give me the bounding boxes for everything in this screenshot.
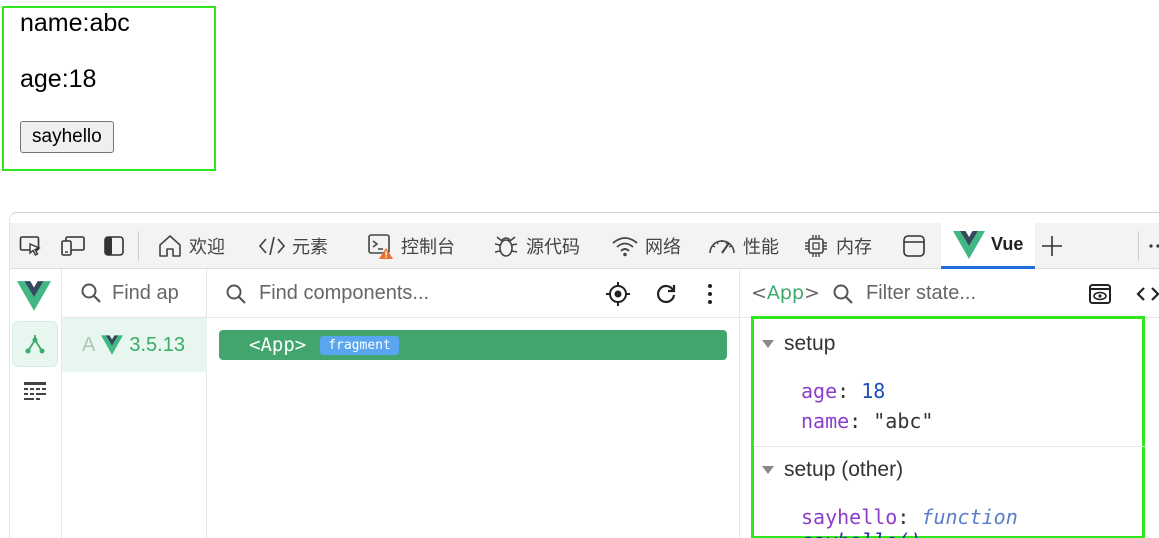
console-icon [368, 234, 393, 259]
timeline-icon[interactable] [23, 381, 47, 406]
state-search-placeholder: Filter state... [866, 282, 977, 304]
state-sections: setup age: 18 name: "abc" setup (other) … [751, 316, 1148, 538]
selected-component-label: <App> [751, 282, 820, 304]
section-title: setup (other) [784, 458, 904, 481]
components-search-placeholder: Find components... [259, 282, 430, 304]
wifi-icon [612, 237, 638, 257]
tab-label: 网络 [645, 237, 681, 258]
devtools-panel: 欢迎 元素 控制台 源代码 网络 性能 内存 Vue Find ap A 3.5… [9, 212, 1159, 538]
application-icon[interactable] [901, 223, 927, 269]
vue-devtools-panel: Find ap A 3.5.13 Find components... <App… [10, 269, 1159, 538]
state-entry-age: age: 18 [801, 379, 886, 403]
vue-logo-icon [101, 335, 124, 355]
chip-icon [805, 235, 827, 257]
tab-console[interactable]: 控制台 [367, 223, 455, 269]
sayhello-button[interactable]: sayhello [20, 121, 114, 153]
gauge-icon [709, 240, 735, 254]
component-name: <App> [249, 334, 307, 356]
toolbar-separator [138, 231, 139, 261]
name-text: name:abc [20, 9, 130, 37]
more-options-icon[interactable] [707, 269, 713, 318]
tab-label: 内存 [836, 237, 872, 258]
age-text: age:18 [20, 65, 97, 93]
tab-label: 控制台 [401, 237, 455, 258]
tab-label: Vue [991, 234, 1024, 254]
bug-icon [494, 236, 518, 257]
tab-label: 欢迎 [189, 237, 225, 258]
tab-welcome[interactable]: 欢迎 [157, 223, 225, 269]
inspect-element-icon[interactable] [18, 223, 44, 269]
state-search[interactable]: Filter state... [832, 269, 976, 318]
components-search[interactable]: Find components... [225, 269, 429, 318]
device-emulation-icon[interactable] [60, 223, 86, 269]
app-name-truncated: A [82, 333, 96, 356]
apps-search-placeholder: Find ap [112, 281, 179, 304]
vue-version: 3.5.13 [129, 333, 185, 356]
apps-list: Find ap A 3.5.13 [62, 269, 207, 538]
toolbar-separator [1138, 231, 1139, 261]
state-entry-name: name: "abc" [801, 409, 934, 433]
refresh-icon[interactable] [654, 269, 678, 318]
vue-logo-icon [953, 230, 985, 259]
tab-sources[interactable]: 源代码 [492, 223, 580, 269]
more-tools-icon[interactable] [1148, 223, 1159, 269]
component-tree-icon [25, 335, 45, 354]
scroll-to-component-icon[interactable] [1088, 269, 1112, 318]
state-entry-sayhello: sayhello: function sayhello() [801, 505, 1018, 538]
code-icon [258, 236, 286, 256]
tab-label: 元素 [292, 237, 328, 258]
fragment-badge: fragment [320, 335, 399, 355]
search-icon [833, 284, 853, 304]
tab-label: 性能 [743, 237, 779, 258]
apps-search[interactable]: Find ap [62, 269, 207, 318]
home-icon [159, 235, 181, 257]
tab-label: 源代码 [526, 237, 580, 258]
tree-toolbar: Find components... [207, 269, 740, 318]
section-setup-header[interactable]: setup [762, 332, 835, 356]
state-inspector: <App> Filter state... setup age: 18 name… [740, 269, 1159, 538]
tab-memory[interactable]: 内存 [802, 223, 872, 269]
section-title: setup [784, 332, 836, 355]
section-divider [754, 446, 1148, 447]
section-setup-other-header[interactable]: setup (other) [762, 458, 903, 482]
app-list-item[interactable]: A 3.5.13 [62, 318, 207, 372]
state-toolbar: <App> Filter state... [740, 269, 1159, 318]
tab-performance[interactable]: 性能 [707, 223, 779, 269]
dock-side-icon[interactable] [102, 223, 126, 269]
add-tab-icon[interactable] [1040, 223, 1064, 269]
select-component-icon[interactable] [605, 269, 631, 318]
component-tree: Find components... <App> fragment [207, 269, 740, 538]
tab-vue[interactable]: Vue [941, 223, 1036, 269]
vue-left-rail [10, 269, 62, 538]
collapse-triangle-icon [762, 466, 774, 474]
collapse-triangle-icon [762, 340, 774, 348]
components-nav-button[interactable] [12, 321, 58, 367]
app-preview: name:abc age:18 sayhello [2, 6, 216, 171]
devtools-tabbar: 欢迎 元素 控制台 源代码 网络 性能 内存 Vue [10, 223, 1159, 269]
open-in-editor-icon[interactable] [1136, 269, 1159, 318]
search-icon [226, 284, 246, 304]
tree-node-app[interactable]: <App> fragment [219, 330, 727, 360]
vue-logo-icon [17, 281, 51, 316]
tab-network[interactable]: 网络 [611, 223, 681, 269]
tab-elements[interactable]: 元素 [258, 223, 328, 269]
search-icon [81, 283, 101, 303]
